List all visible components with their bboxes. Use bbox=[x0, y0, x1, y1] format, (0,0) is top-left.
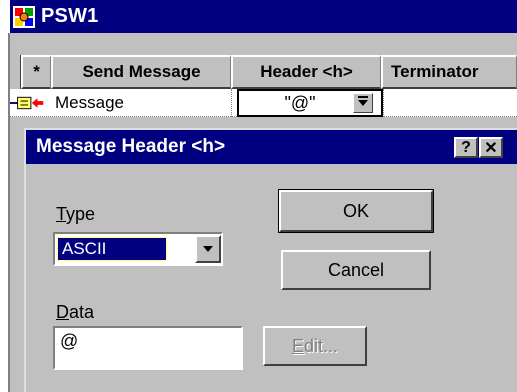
type-label-text: ype bbox=[66, 204, 96, 224]
chevron-down-icon bbox=[202, 240, 214, 258]
screen: PSW1 * Send Message Header <h> Terminato… bbox=[0, 0, 517, 392]
window-title: PSW1 bbox=[41, 5, 99, 27]
dropdown-arrow-icon bbox=[356, 94, 370, 113]
data-input[interactable]: @ bbox=[53, 326, 243, 370]
edit-label-mnemonic: E bbox=[291, 335, 304, 356]
column-header-terminator[interactable]: Terminator bbox=[381, 55, 517, 89]
dialog-title: Message Header <h> bbox=[36, 136, 226, 157]
close-button[interactable]: ✕ bbox=[479, 137, 503, 158]
type-dropdown-button[interactable] bbox=[195, 235, 221, 263]
column-header-send-message[interactable]: Send Message bbox=[51, 55, 231, 89]
edit-button[interactable]: Edit... bbox=[263, 326, 367, 366]
header-cell-value: "@" bbox=[284, 92, 316, 113]
close-icon: ✕ bbox=[484, 139, 498, 157]
column-divider bbox=[231, 89, 232, 117]
data-label-mnemonic: D bbox=[56, 302, 69, 322]
header-cell-editor[interactable]: "@" bbox=[237, 89, 383, 117]
ok-button[interactable]: OK bbox=[278, 189, 434, 233]
data-label-text: ata bbox=[69, 302, 95, 322]
type-label-mnemonic: T bbox=[56, 204, 67, 224]
send-message-cell[interactable]: Message bbox=[55, 89, 124, 117]
type-select-value: ASCII bbox=[57, 237, 167, 261]
column-divider bbox=[383, 89, 384, 117]
cell-dropdown-button[interactable] bbox=[353, 93, 373, 113]
edit-label-text: dit... bbox=[304, 335, 339, 356]
row-selector-header bbox=[10, 55, 21, 89]
cancel-button[interactable]: Cancel bbox=[281, 250, 431, 290]
window-titlebar[interactable]: PSW1 bbox=[10, 0, 517, 33]
help-icon: ? bbox=[461, 138, 471, 156]
data-label: Data bbox=[56, 302, 94, 323]
message-header-dialog: Message Header <h> ? ✕ Type ASCII Data @… bbox=[24, 128, 517, 392]
type-select[interactable]: ASCII bbox=[53, 232, 223, 266]
help-button[interactable]: ? bbox=[454, 137, 478, 158]
column-header-star[interactable]: * bbox=[21, 55, 51, 89]
dialog-titlebar[interactable]: Message Header <h> bbox=[26, 130, 517, 164]
message-pointer-icon bbox=[10, 91, 48, 115]
type-label: Type bbox=[56, 204, 95, 225]
app-icon bbox=[13, 5, 35, 28]
column-header-header[interactable]: Header <h> bbox=[231, 55, 381, 89]
